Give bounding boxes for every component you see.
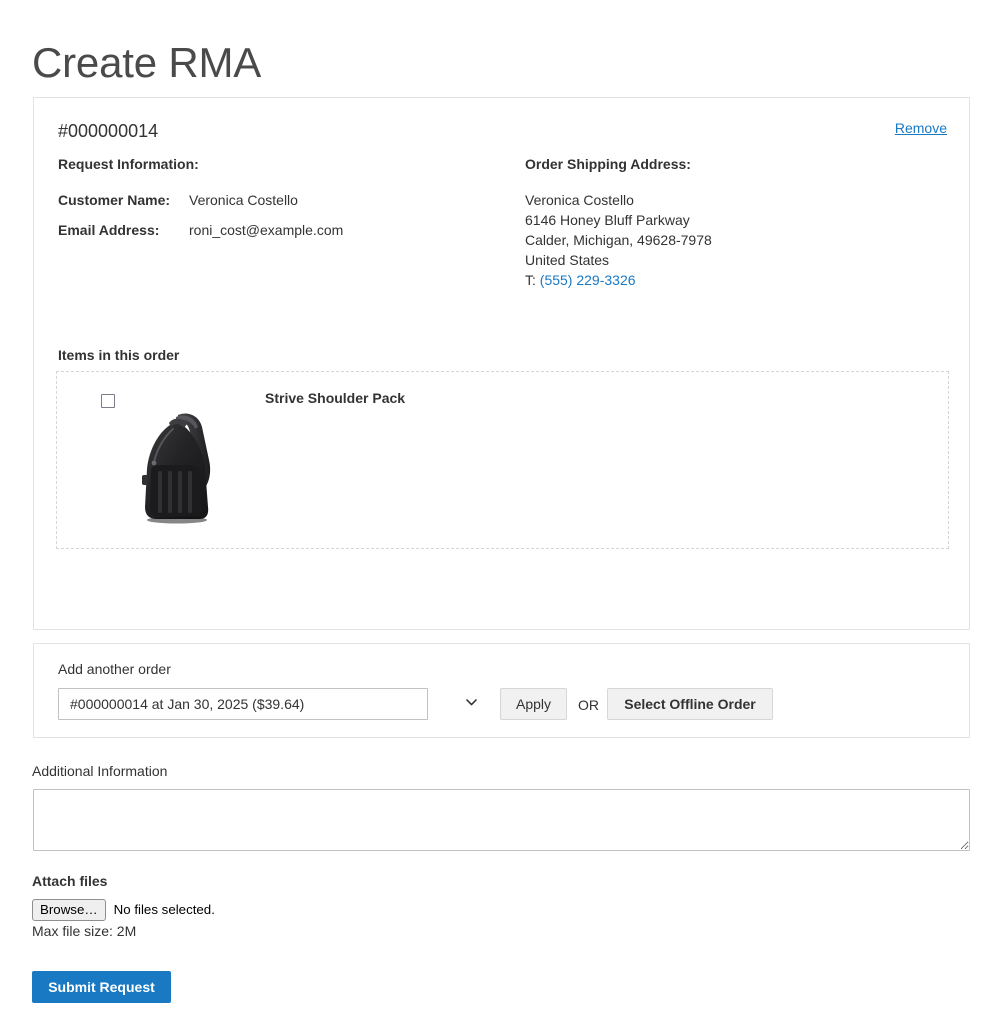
request-information-block: Request Information: Customer Name: Vero… <box>58 154 498 250</box>
email-address-label: Email Address: <box>58 220 189 240</box>
shipping-address-heading: Order Shipping Address: <box>525 154 945 174</box>
page-title: Create RMA <box>32 38 261 88</box>
remove-order-link[interactable]: Remove <box>895 119 947 137</box>
phone-prefix: T: <box>525 272 536 288</box>
address-line-country: United States <box>525 250 945 270</box>
customer-name-label: Customer Name: <box>58 190 189 210</box>
table-row: Strive Shoulder Pack <box>57 372 948 548</box>
items-table: Strive Shoulder Pack <box>56 371 949 549</box>
additional-information-label: Additional Information <box>32 761 167 781</box>
max-file-size-note: Max file size: 2M <box>32 921 136 941</box>
customer-name-row: Customer Name: Veronica Costello <box>58 190 498 210</box>
item-select-checkbox[interactable] <box>101 394 115 408</box>
product-name: Strive Shoulder Pack <box>265 388 405 408</box>
submit-request-button[interactable]: Submit Request <box>32 971 171 1003</box>
request-information-heading: Request Information: <box>58 154 498 174</box>
attach-files-label: Attach files <box>32 871 107 891</box>
address-line-street: 6146 Honey Bluff Parkway <box>525 210 945 230</box>
apply-button[interactable]: Apply <box>500 688 567 720</box>
order-select[interactable]: #000000014 at Jan 30, 2025 ($39.64) <box>58 688 428 720</box>
file-input-row: Browse… No files selected. <box>32 899 215 921</box>
address-phone-row: T: (555) 229-3326 <box>525 270 945 290</box>
phone-link[interactable]: (555) 229-3326 <box>540 272 636 288</box>
shipping-address-block: Order Shipping Address: Veronica Costell… <box>525 154 945 290</box>
file-selection-status: No files selected. <box>114 900 215 920</box>
email-address-value: roni_cost@example.com <box>189 220 343 240</box>
browse-files-button[interactable]: Browse… <box>32 899 106 921</box>
address-line-name: Veronica Costello <box>525 190 945 210</box>
items-in-order-heading: Items in this order <box>58 345 179 365</box>
address-line-city-region: Calder, Michigan, 49628-7978 <box>525 230 945 250</box>
order-id: #000000014 <box>58 120 158 142</box>
select-offline-order-button[interactable]: Select Offline Order <box>607 688 773 720</box>
add-another-order-label: Add another order <box>58 659 171 679</box>
customer-name-value: Veronica Costello <box>189 190 298 210</box>
order-card: #000000014 Remove Request Information: C… <box>33 97 970 630</box>
chevron-down-icon <box>466 699 477 706</box>
add-another-order-card: Add another order #000000014 at Jan 30, … <box>33 643 970 738</box>
additional-information-textarea[interactable] <box>33 789 970 851</box>
create-rma-page: Create RMA #000000014 Remove Request Inf… <box>0 0 1004 1034</box>
email-address-row: Email Address: roni_cost@example.com <box>58 220 498 240</box>
product-thumbnail <box>129 405 237 527</box>
or-separator-label: OR <box>578 695 599 715</box>
